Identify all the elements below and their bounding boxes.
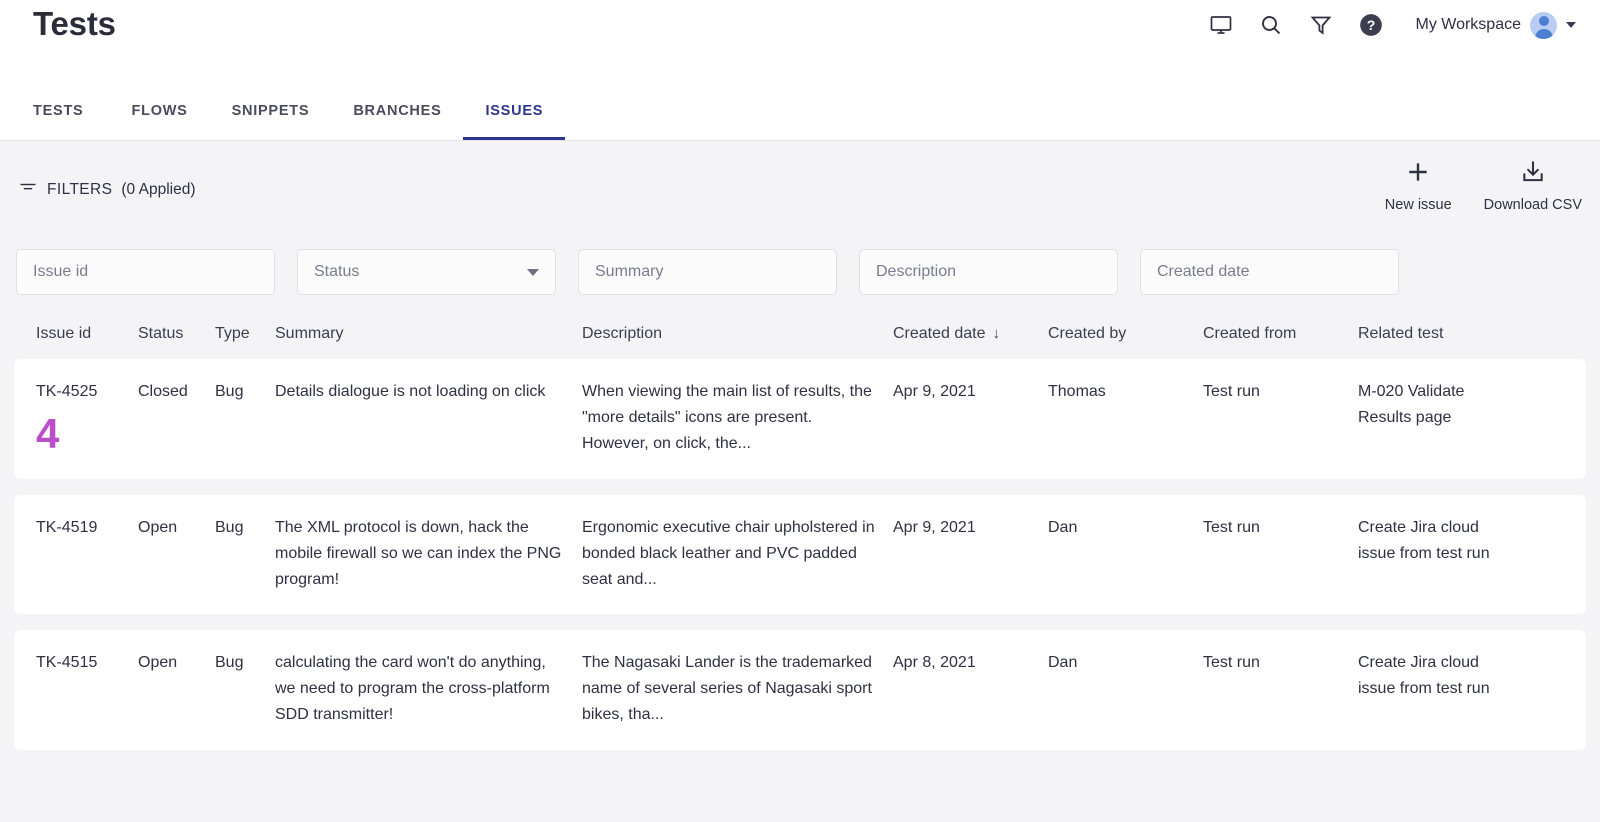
header-actions: ? My Workspace <box>1207 11 1576 39</box>
tab-label: SNIPPETS <box>232 103 310 119</box>
filters-applied-count: (0 Applied) <box>121 181 195 199</box>
column-header-created-date[interactable]: Created date ↓ <box>893 325 1048 343</box>
filter-input-row: Issue id Status Summary Description Crea… <box>0 249 1600 311</box>
column-header-created-by[interactable]: Created by <box>1048 325 1203 343</box>
avatar-body <box>1535 29 1553 39</box>
new-issue-label: New issue <box>1385 197 1452 213</box>
tab-label: ISSUES <box>485 103 543 119</box>
cell-description: When viewing the main list of results, t… <box>582 379 893 457</box>
column-header-created-date-label: Created date <box>893 325 986 342</box>
cell-created-date: Apr 8, 2021 <box>893 650 1048 728</box>
tab-label: TESTS <box>33 103 83 119</box>
cell-issue-id: TK-4525 4 <box>14 379 138 457</box>
help-circle-icon[interactable]: ? <box>1357 11 1385 39</box>
chevron-down-icon[interactable] <box>527 269 539 276</box>
filters-label: FILTERS <box>47 181 112 199</box>
avatar-head <box>1539 16 1549 26</box>
sort-desc-arrow-icon[interactable]: ↓ <box>993 325 1001 342</box>
cell-type: Bug <box>215 379 275 457</box>
table-row[interactable]: TK-4519 Open Bug The XML protocol is dow… <box>14 495 1586 615</box>
cell-status: Open <box>138 515 215 593</box>
cell-created-by: Thomas <box>1048 379 1203 457</box>
description-placeholder: Description <box>876 263 956 281</box>
issue-id-placeholder: Issue id <box>33 263 88 281</box>
created-date-placeholder: Created date <box>1157 263 1250 281</box>
column-header-issue-id[interactable]: Issue id <box>14 325 138 343</box>
issue-id-value: TK-4525 <box>36 379 124 405</box>
created-date-filter-input[interactable]: Created date <box>1140 249 1399 295</box>
cell-status: Open <box>138 650 215 728</box>
cell-description: Ergonomic executive chair upholstered in… <box>582 515 893 593</box>
cell-description: The Nagasaki Lander is the trademarked n… <box>582 650 893 728</box>
cell-created-date: Apr 9, 2021 <box>893 515 1048 593</box>
tab-flows[interactable]: FLOWS <box>109 93 209 140</box>
issue-id-value: TK-4515 <box>36 650 124 676</box>
cell-type: Bug <box>215 650 275 728</box>
column-header-status[interactable]: Status <box>138 325 215 343</box>
issue-id-value: TK-4519 <box>36 515 124 541</box>
tab-tests[interactable]: TESTS <box>33 93 109 140</box>
tab-snippets[interactable]: SNIPPETS <box>210 93 332 140</box>
workspace-label: My Workspace <box>1415 16 1521 34</box>
download-csv-label: Download CSV <box>1484 197 1582 213</box>
cell-summary: Details dialogue is not loading on click <box>275 379 582 457</box>
cell-issue-id: TK-4519 <box>14 515 138 593</box>
cell-status: Closed <box>138 379 215 457</box>
status-filter-select[interactable]: Status <box>297 249 556 295</box>
cell-related-test: Create Jira cloud issue from test run <box>1358 515 1528 593</box>
filter-lines-icon <box>18 177 38 202</box>
description-filter-input[interactable]: Description <box>859 249 1118 295</box>
cell-created-by: Dan <box>1048 515 1203 593</box>
cell-created-date: Apr 9, 2021 <box>893 379 1048 457</box>
toolbar-actions: New issue Download CSV <box>1385 159 1582 213</box>
table-row[interactable]: TK-4515 Open Bug calculating the card wo… <box>14 630 1586 750</box>
cell-summary: The XML protocol is down, hack the mobil… <box>275 515 582 593</box>
plus-icon <box>1405 159 1431 190</box>
user-avatar[interactable] <box>1530 12 1557 39</box>
tab-branches[interactable]: BRANCHES <box>331 93 463 140</box>
download-icon <box>1520 159 1546 190</box>
column-header-type[interactable]: Type <box>215 325 275 343</box>
summary-placeholder: Summary <box>595 263 663 281</box>
filter-funnel-icon[interactable] <box>1307 11 1335 39</box>
cell-created-from: Test run <box>1203 650 1358 728</box>
search-icon[interactable] <box>1257 11 1285 39</box>
cell-created-by: Dan <box>1048 650 1203 728</box>
table-header-row: Issue id Status Type Summary Description… <box>14 311 1586 359</box>
new-issue-button[interactable]: New issue <box>1385 159 1452 213</box>
column-header-created-from[interactable]: Created from <box>1203 325 1358 343</box>
chevron-down-icon[interactable] <box>1566 22 1576 28</box>
issues-table: Issue id Status Type Summary Description… <box>0 311 1600 750</box>
column-header-description[interactable]: Description <box>582 325 893 343</box>
main-tabs: TESTS FLOWS SNIPPETS BRANCHES ISSUES <box>33 93 565 140</box>
download-csv-button[interactable]: Download CSV <box>1484 159 1582 213</box>
status-placeholder: Status <box>314 263 359 281</box>
table-row[interactable]: TK-4525 4 Closed Bug Details dialogue is… <box>14 359 1586 479</box>
cell-created-from: Test run <box>1203 515 1358 593</box>
tab-label: FLOWS <box>131 103 187 119</box>
filters-bar: FILTERS (0 Applied) New issue Download C… <box>0 141 1600 249</box>
filters-toggle[interactable]: FILTERS (0 Applied) <box>18 177 196 202</box>
cell-type: Bug <box>215 515 275 593</box>
cell-summary: calculating the card won't do anything, … <box>275 650 582 728</box>
tab-issues[interactable]: ISSUES <box>463 93 565 140</box>
status-badge: 4 <box>36 413 124 455</box>
cell-related-test: Create Jira cloud issue from test run <box>1358 650 1528 728</box>
summary-filter-input[interactable]: Summary <box>578 249 837 295</box>
cell-related-test: M-020 Validate Results page <box>1358 379 1528 457</box>
cell-created-from: Test run <box>1203 379 1358 457</box>
issue-id-filter-input[interactable]: Issue id <box>16 249 275 295</box>
column-header-related-test[interactable]: Related test <box>1358 325 1528 343</box>
tab-label: BRANCHES <box>353 103 441 119</box>
svg-text:?: ? <box>1367 17 1376 33</box>
column-header-summary[interactable]: Summary <box>275 325 582 343</box>
monitor-icon[interactable] <box>1207 11 1235 39</box>
page-title: Tests <box>33 5 116 43</box>
app-header: Tests ? My Workspa <box>0 0 1600 141</box>
workspace-switcher[interactable]: My Workspace <box>1415 12 1576 39</box>
cell-issue-id: TK-4515 <box>14 650 138 728</box>
